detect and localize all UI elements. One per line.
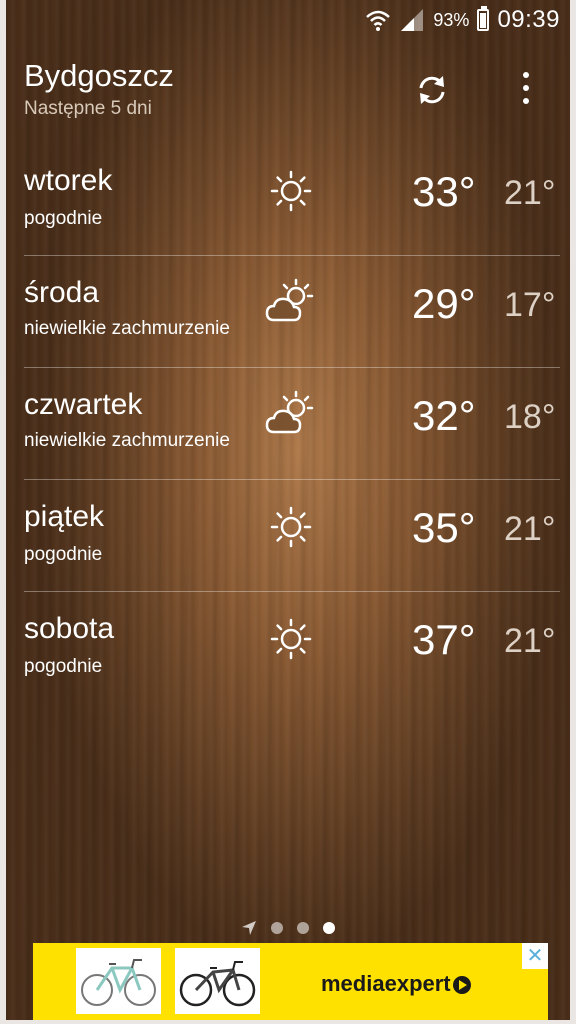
overflow-menu-icon[interactable] — [518, 72, 534, 104]
weather-description: pogodnie — [24, 656, 103, 677]
battery-percent: 93% — [433, 9, 470, 30]
battery-icon — [477, 6, 490, 31]
play-icon — [452, 976, 471, 994]
sun-icon — [264, 612, 318, 666]
wifi-icon — [366, 10, 391, 31]
location-arrow-icon[interactable] — [241, 920, 257, 936]
low-temperature: 17° — [504, 286, 556, 324]
bicycle-image — [175, 948, 260, 1014]
ad-close-icon[interactable]: ✕ — [522, 943, 548, 969]
signal-icon — [401, 9, 424, 31]
ad-banner[interactable]: mediaexpert ✕ — [33, 943, 548, 1020]
low-temperature: 21° — [504, 174, 556, 212]
refresh-icon[interactable] — [412, 70, 452, 110]
high-temperature: 35° — [412, 504, 476, 551]
day-name: czwartek — [24, 388, 143, 421]
forecast-row[interactable]: sobota pogodnie 37° 21° — [24, 592, 560, 703]
day-name: wtorek — [24, 164, 113, 197]
low-temperature: 18° — [504, 398, 556, 436]
forecast-range-label: Następne 5 dni — [24, 98, 152, 119]
partly-cloudy-icon — [264, 388, 318, 442]
city-name: Bydgoszcz — [24, 58, 174, 93]
bicycle-image — [76, 948, 161, 1014]
weather-description: pogodnie — [24, 544, 103, 565]
forecast-list: wtorek pogodnie 33° 21° środa niewielkie… — [6, 144, 570, 703]
app-header: Bydgoszcz Następne 5 dni — [24, 58, 552, 128]
high-temperature: 33° — [412, 168, 476, 215]
day-name: środa — [24, 276, 100, 309]
forecast-row[interactable]: środa niewielkie zachmurzenie 29° 17° — [24, 256, 560, 368]
forecast-row[interactable]: czwartek niewielkie zachmurzenie 32° 18° — [24, 368, 560, 480]
page-indicator — [6, 920, 570, 936]
page-dot-1[interactable] — [271, 922, 283, 934]
weather-description: niewielkie zachmurzenie — [24, 430, 230, 451]
partly-cloudy-icon — [264, 276, 318, 330]
day-name: piątek — [24, 500, 105, 533]
sun-icon — [264, 500, 318, 554]
page-dot-2[interactable] — [297, 922, 309, 934]
ad-brand-logo: mediaexpert — [321, 971, 471, 997]
ad-brand-text-1: media — [321, 971, 385, 996]
low-temperature: 21° — [504, 622, 556, 660]
day-name: sobota — [24, 612, 115, 645]
status-icons: 93% 09:39 — [365, 6, 560, 34]
status-bar: 93% 09:39 — [6, 0, 570, 40]
weather-description: niewielkie zachmurzenie — [24, 318, 230, 339]
high-temperature: 29° — [412, 280, 476, 327]
clock: 09:39 — [497, 6, 560, 33]
app-screen: 93% 09:39 Bydgoszcz Następne 5 dni wtore… — [6, 0, 570, 1020]
low-temperature: 21° — [504, 510, 556, 548]
sun-icon — [264, 164, 318, 218]
forecast-row[interactable]: wtorek pogodnie 33° 21° — [24, 144, 560, 256]
forecast-row[interactable]: piątek pogodnie 35° 21° — [24, 480, 560, 592]
page-dot-3-active[interactable] — [323, 922, 335, 934]
weather-description: pogodnie — [24, 208, 103, 229]
high-temperature: 37° — [412, 616, 476, 663]
ad-brand-text-2: expert — [384, 971, 451, 996]
high-temperature: 32° — [412, 392, 476, 439]
